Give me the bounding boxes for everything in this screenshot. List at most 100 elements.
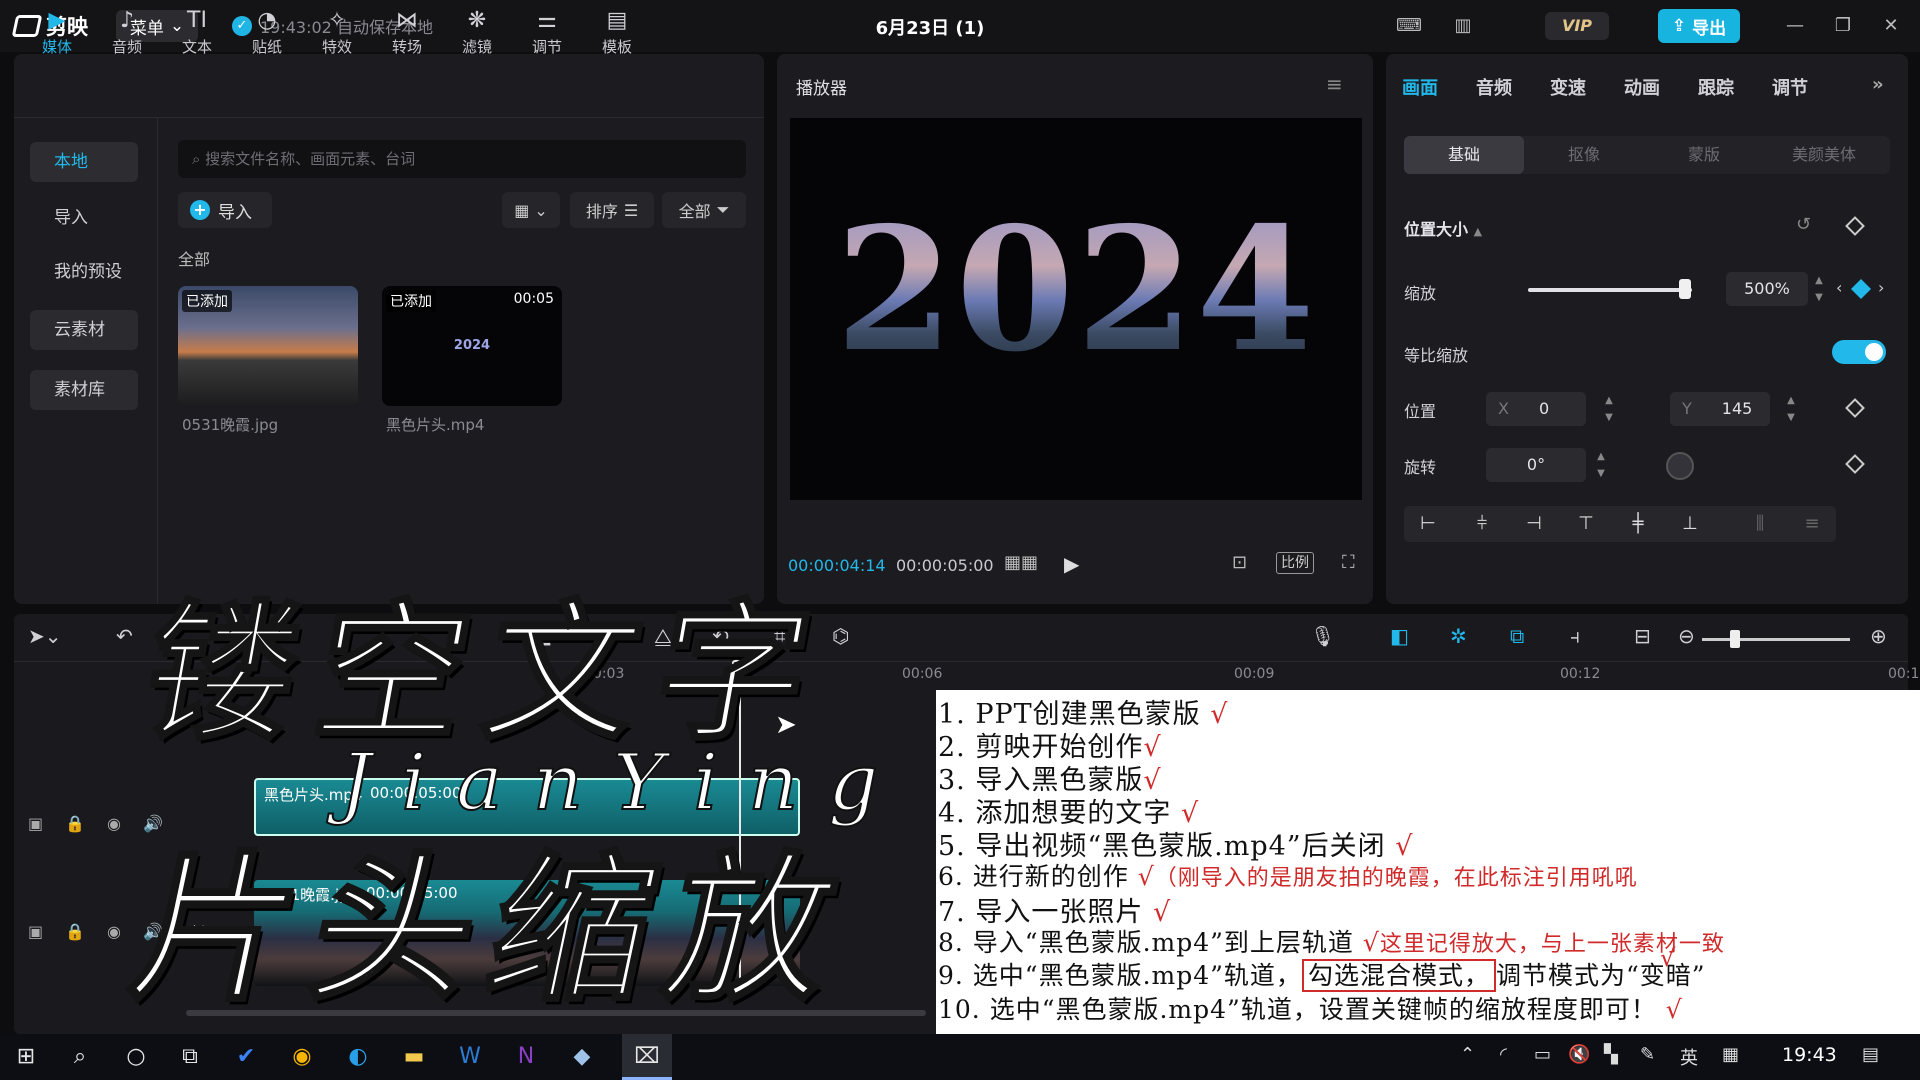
main-track-magnet-icon[interactable]: ◧ — [1390, 624, 1409, 648]
undo-icon[interactable]: ↶ — [116, 624, 133, 648]
tab-audio[interactable]: 音频 — [1476, 74, 1512, 100]
distribute-v-icon[interactable]: ≡ — [1792, 510, 1832, 538]
link-icon[interactable]: ⧉ — [1510, 624, 1524, 648]
sidebar-item-local[interactable]: 本地 — [30, 142, 138, 182]
rotation-dial[interactable] — [1666, 452, 1694, 480]
align-bottom-icon[interactable]: ⊥ — [1670, 510, 1710, 538]
todo-icon[interactable]: ✔ — [226, 1040, 266, 1074]
uniform-scale-toggle[interactable] — [1832, 340, 1886, 364]
zoom-out-icon[interactable]: ⊖ — [1678, 624, 1695, 648]
microphone-icon[interactable]: 🎙 — [1310, 624, 1335, 648]
ime-indicator[interactable]: 英 — [1680, 1044, 1698, 1070]
battery-icon[interactable]: ▭ — [1534, 1044, 1551, 1065]
filter-button[interactable]: 全部 ⏷ — [662, 192, 746, 228]
restore-icon[interactable]: ❐ — [1828, 12, 1858, 40]
tray-app-icon[interactable]: ▚ — [1604, 1044, 1618, 1065]
tab-media[interactable]: ▶ 媒体 — [22, 6, 92, 62]
preview-axis-icon[interactable]: ⊟ — [1634, 624, 1651, 648]
tab-template[interactable]: ▤ 模板 — [582, 6, 652, 62]
eye-icon[interactable]: ◉ — [107, 922, 121, 941]
tab-sticker[interactable]: ◔ 贴纸 — [232, 6, 302, 62]
tab-speed[interactable]: 变速 — [1550, 74, 1586, 100]
tab-effects[interactable]: ✧ 特效 — [302, 6, 372, 62]
import-button[interactable]: + 导入 — [178, 192, 272, 228]
select-cursor-icon[interactable]: ➤⌄ — [28, 624, 62, 648]
video-preview[interactable]: 2024 — [790, 118, 1362, 500]
sort-button[interactable]: 排序 ☰ — [570, 192, 654, 228]
tab-picture[interactable]: 画面 — [1402, 74, 1438, 100]
layout-icon[interactable]: ▥ — [1446, 12, 1480, 40]
align-right-icon[interactable]: ⊣ — [1514, 510, 1554, 538]
pos-x-input[interactable]: X0 — [1486, 392, 1586, 426]
more-tabs-icon[interactable]: » — [1872, 74, 1884, 95]
sidebar-item-presets[interactable]: 我的预设 — [30, 252, 138, 292]
sidebar-item-cloud[interactable]: 云素材 — [30, 310, 138, 350]
tab-filter[interactable]: ❋ 滤镜 — [442, 6, 512, 62]
subtab-mask[interactable]: 蒙版 — [1644, 136, 1764, 174]
keyboard-shortcuts-icon[interactable]: ⌨ — [1392, 12, 1426, 40]
wifi-icon[interactable]: ◜ — [1500, 1044, 1507, 1065]
scale-input[interactable]: 500% — [1726, 272, 1808, 306]
split-preview-icon[interactable]: ⫞ — [1570, 624, 1580, 648]
align-left-icon[interactable]: ⊢ — [1408, 510, 1448, 538]
lock-icon[interactable]: 🔒 — [65, 814, 85, 833]
media-thumbnail-photo[interactable]: 已添加 — [178, 286, 358, 406]
pos-x-stepper[interactable]: ▲ ▼ — [1600, 392, 1618, 426]
align-center-v-icon[interactable]: ╪ — [1618, 510, 1658, 538]
distribute-h-icon[interactable]: ⫼ — [1740, 510, 1780, 538]
tray-expand-icon[interactable]: ⌃ — [1460, 1044, 1475, 1065]
align-center-h-icon[interactable]: ⫩ — [1462, 510, 1502, 538]
windows-start-icon[interactable]: ⊞ — [6, 1040, 46, 1074]
rotation-stepper[interactable]: ▲ ▼ — [1592, 448, 1610, 482]
mute-icon[interactable]: 🔇 — [1568, 1044, 1590, 1065]
subtab-keying[interactable]: 抠像 — [1524, 136, 1644, 174]
view-mode-button[interactable]: ▦ ⌄ — [502, 192, 560, 228]
track-video-icon[interactable]: ▣ — [28, 922, 43, 941]
subtab-basic[interactable]: 基础 — [1404, 136, 1524, 174]
file-explorer-icon[interactable]: ▬ — [394, 1040, 434, 1074]
edge-icon[interactable]: ◐ — [338, 1040, 378, 1074]
pen-icon[interactable]: ✎ — [1640, 1044, 1655, 1065]
sidebar-item-import[interactable]: 导入 — [30, 198, 138, 238]
clock[interactable]: 19:43 — [1782, 1044, 1837, 1066]
zoom-in-icon[interactable]: ⊕ — [1870, 624, 1887, 648]
screenshot-icon[interactable]: ⊡ — [1232, 552, 1247, 573]
track-video-icon[interactable]: ▣ — [28, 814, 43, 833]
timeline-zoom-slider[interactable] — [1702, 638, 1850, 641]
export-button[interactable]: ⇪ 导出 — [1658, 9, 1740, 43]
capcut-taskbar-icon[interactable]: ⌧ — [627, 1040, 667, 1074]
word-icon[interactable]: W — [450, 1040, 490, 1074]
media-search-input[interactable]: ⌕ 搜索文件名称、画面元素、台词 — [178, 140, 746, 178]
play-button[interactable]: ▶ — [1064, 552, 1079, 576]
pos-y-input[interactable]: Y 145 — [1670, 392, 1770, 426]
cortana-icon[interactable]: ○ — [116, 1040, 156, 1074]
scale-slider-handle[interactable] — [1679, 279, 1692, 299]
tab-adjust[interactable]: 调节 — [1772, 74, 1808, 100]
scale-stepper[interactable]: ▲ ▼ — [1810, 272, 1828, 306]
scale-slider[interactable] — [1528, 288, 1692, 292]
notification-icon[interactable]: ▤ — [1862, 1044, 1879, 1065]
fullscreen-icon[interactable]: ⛶ — [1342, 552, 1355, 573]
ime-grid-icon[interactable]: ▦ — [1722, 1044, 1739, 1065]
close-icon[interactable]: ✕ — [1876, 12, 1906, 40]
chrome-icon[interactable]: ◉ — [282, 1040, 322, 1074]
tab-animation[interactable]: 动画 — [1624, 74, 1660, 100]
waveform-icon[interactable]: ▦▦ — [1004, 552, 1038, 573]
next-keyframe-icon[interactable]: › — [1878, 278, 1884, 297]
app-icon[interactable]: ◆ — [562, 1040, 602, 1074]
subtab-beauty[interactable]: 美颜美体 — [1764, 136, 1884, 174]
minimize-icon[interactable]: — — [1780, 12, 1810, 40]
eye-icon[interactable]: ◉ — [107, 814, 121, 833]
reset-icon[interactable]: ↺ — [1796, 214, 1811, 235]
pos-y-stepper[interactable]: ▲ ▼ — [1782, 392, 1800, 426]
onenote-icon[interactable]: N — [506, 1040, 546, 1074]
tab-audio[interactable]: ♪ 音频 — [92, 6, 162, 62]
sidebar-item-library[interactable]: 素材库 — [30, 370, 138, 410]
tab-text[interactable]: TI 文本 — [162, 6, 232, 62]
zoom-slider-handle[interactable] — [1730, 630, 1740, 648]
task-view-icon[interactable]: ⧉ — [170, 1040, 210, 1074]
tab-transition[interactable]: ⋈ 转场 — [372, 6, 442, 62]
hamburger-menu-icon[interactable]: ≡ — [1326, 72, 1343, 96]
tab-adjust[interactable]: ⚌ 调节 — [512, 6, 582, 62]
align-top-icon[interactable]: ⊤ — [1566, 510, 1606, 538]
